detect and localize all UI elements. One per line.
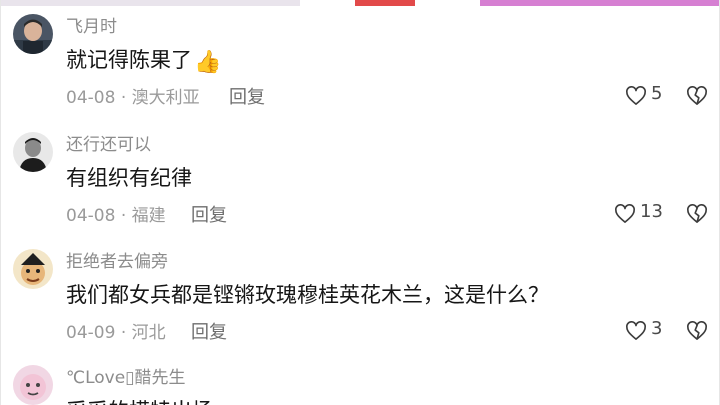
comment-item: 飞月时 就记得陈果了👍 04-08 · 澳大利亚 回复 5 xyxy=(0,6,720,124)
meta-separator: · xyxy=(120,88,127,108)
comment-text: 我们都女兵都是铿锵玫瑰穆桂英花木兰，这是什么？ xyxy=(66,283,549,307)
comment-text: 就记得陈果了👍 xyxy=(66,44,221,74)
comment-item: 拒绝者去偏旁 我们都女兵都是铿锵玫瑰穆桂英花木兰，这是什么？ 04-09 · 河… xyxy=(0,241,720,359)
thumbs-up-emoji: 👍 xyxy=(194,50,222,75)
comment-meta: 04-08 · 福建 xyxy=(66,201,166,226)
comment-meta: 04-08 · 澳大利亚 xyxy=(66,83,200,108)
comment-username[interactable]: ℃Love▯醋先生 xyxy=(66,363,186,388)
broken-heart-icon[interactable] xyxy=(686,321,708,341)
comment-text-body: 就记得陈果了 xyxy=(66,48,192,72)
comment-meta: 04-09 · 河北 xyxy=(66,318,166,343)
heart-outline-icon[interactable] xyxy=(614,204,636,224)
comment-username[interactable]: 飞月时 xyxy=(66,12,117,37)
like-count: 5 xyxy=(651,83,663,104)
comment-username[interactable]: 还行还可以 xyxy=(66,130,151,155)
avatar[interactable] xyxy=(13,249,53,289)
comment-location: 福建 xyxy=(131,206,166,226)
reply-button[interactable]: 回复 xyxy=(191,201,227,227)
like-count: 3 xyxy=(651,318,663,339)
broken-heart-icon[interactable] xyxy=(686,86,708,106)
comment-date: 04-08 xyxy=(66,88,116,108)
meta-separator: · xyxy=(120,323,127,343)
comment-date: 04-09 xyxy=(66,323,116,343)
comment-username[interactable]: 拒绝者去偏旁 xyxy=(66,247,168,272)
heart-outline-icon[interactable] xyxy=(625,321,647,341)
broken-heart-icon[interactable] xyxy=(686,204,708,224)
comment-location: 河北 xyxy=(131,323,166,343)
meta-separator: · xyxy=(120,206,127,226)
comment-item: ℃Love▯醋先生 采采的模特出场 xyxy=(0,357,720,405)
reply-button[interactable]: 回复 xyxy=(229,83,265,109)
avatar[interactable] xyxy=(13,132,53,172)
comment-date: 04-08 xyxy=(66,206,116,226)
reply-button[interactable]: 回复 xyxy=(191,318,227,344)
comment-item: 还行还可以 有组织有纪律 04-08 · 福建 回复 13 xyxy=(0,124,720,242)
avatar[interactable] xyxy=(13,365,53,405)
comment-text: 采采的模特出场 xyxy=(66,395,213,405)
heart-outline-icon[interactable] xyxy=(625,86,647,106)
avatar[interactable] xyxy=(13,14,53,54)
comment-text: 有组织有纪律 xyxy=(66,166,192,190)
comment-location: 澳大利亚 xyxy=(131,88,200,108)
like-count: 13 xyxy=(640,201,663,222)
